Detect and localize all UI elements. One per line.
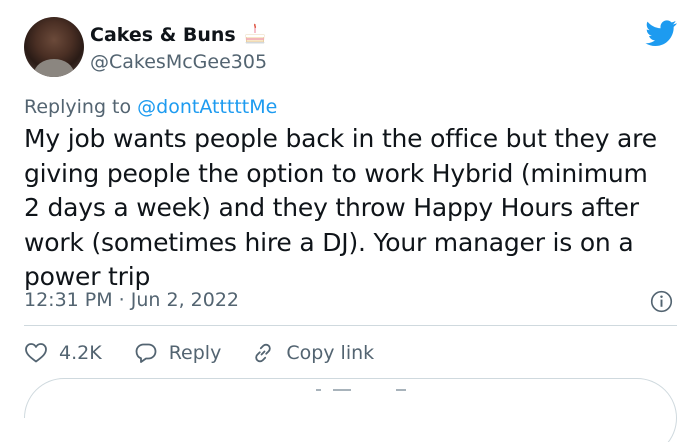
like-button[interactable]: 4.2K xyxy=(24,341,102,365)
truncated-text-fragment xyxy=(333,389,351,391)
copy-link-button[interactable]: Copy link xyxy=(251,341,374,365)
reply-mention-link[interactable]: @dontAtttttMe xyxy=(137,96,277,118)
heart-icon xyxy=(25,343,47,363)
user-handle[interactable]: @CakesMcGee305 xyxy=(90,50,267,74)
tweet-text: My job wants people back in the office b… xyxy=(24,124,657,291)
action-bar: 4.2K Reply Copy link xyxy=(24,340,374,366)
cake-emoji-icon xyxy=(245,23,265,44)
truncated-text-fragment xyxy=(316,389,321,391)
info-icon[interactable] xyxy=(650,290,673,313)
reply-bubble-icon xyxy=(135,343,157,363)
reply-label: Reply xyxy=(168,342,222,364)
tweet-card: Cakes & Buns @CakesMcGee305 Replying to … xyxy=(0,0,700,442)
display-name[interactable]: Cakes & Buns xyxy=(90,22,236,48)
copy-link-label: Copy link xyxy=(286,342,375,364)
link-icon xyxy=(255,343,272,363)
like-count: 4.2K xyxy=(59,342,102,364)
divider xyxy=(24,325,677,326)
twitter-bird-icon[interactable] xyxy=(645,20,677,47)
reply-context-prefix: Replying to xyxy=(24,96,132,118)
reply-context: Replying to @dontAtttttMe xyxy=(24,95,277,119)
reply-button[interactable]: Reply xyxy=(134,341,222,365)
avatar[interactable] xyxy=(24,17,84,77)
truncated-text-fragment xyxy=(396,389,406,391)
cropped-corner xyxy=(0,418,124,442)
tweet-timestamp[interactable]: 12:31 PM · Jun 2, 2022 xyxy=(24,288,239,312)
